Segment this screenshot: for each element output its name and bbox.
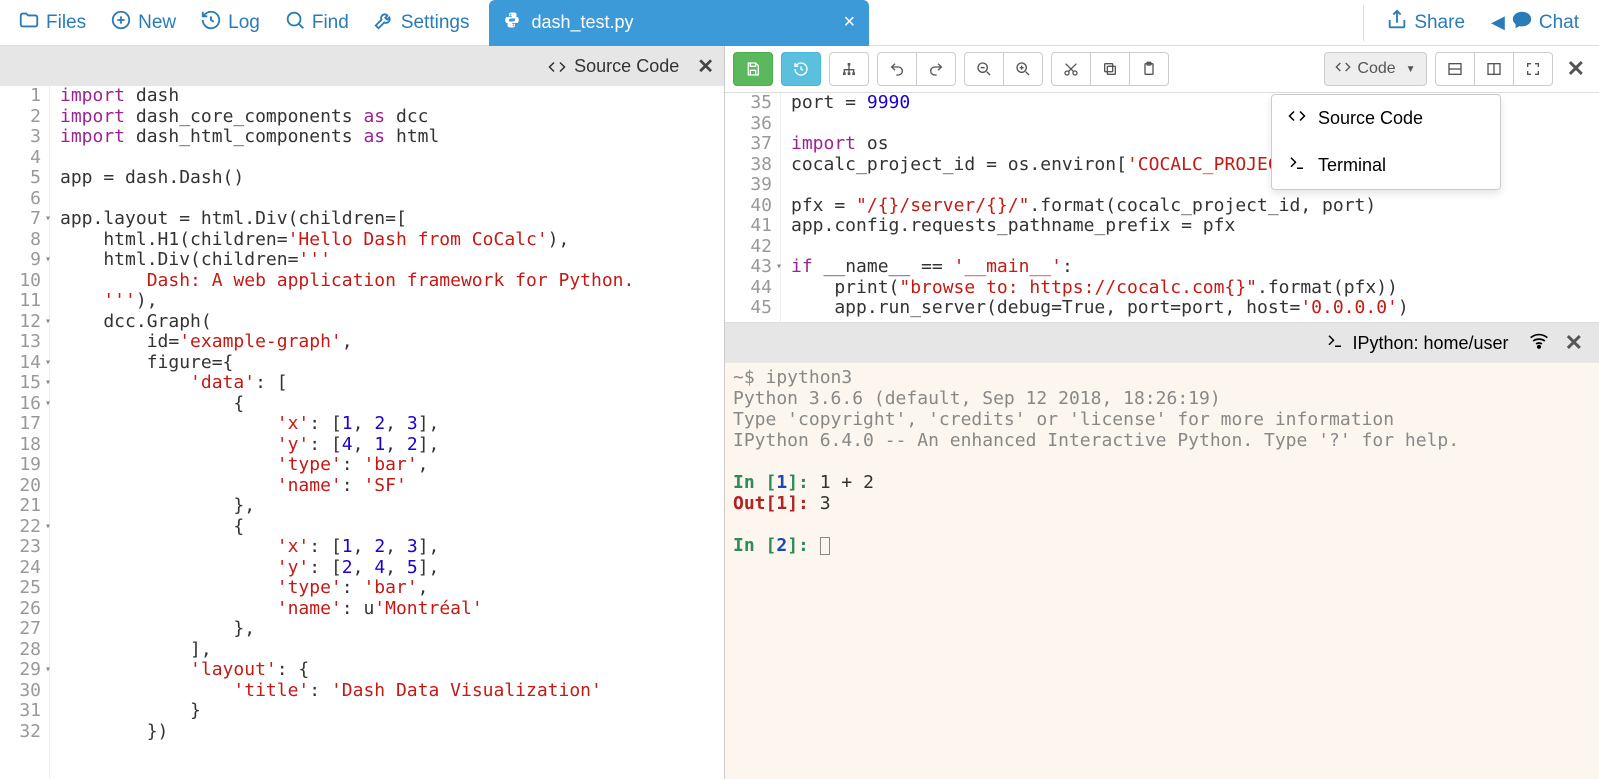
right-pane: Code ▼ ✕ Source Code Terminal 3536373839… (725, 46, 1599, 779)
top-toolbar: Files New Log Find Settings dash_test.py… (0, 0, 1599, 46)
terminal-header: IPython: home/user ✕ (725, 323, 1599, 363)
close-icon[interactable]: ✕ (697, 54, 714, 79)
split-v-button[interactable] (1474, 52, 1514, 86)
file-tab-label: dash_test.py (531, 12, 633, 33)
find-label: Find (312, 12, 349, 34)
terminal-icon (1326, 332, 1344, 355)
settings-label: Settings (401, 12, 470, 34)
dropdown-item-terminal[interactable]: Terminal (1272, 142, 1500, 189)
folder-icon (18, 9, 40, 37)
sitemap-button[interactable] (829, 52, 869, 86)
copy-button[interactable] (1090, 52, 1130, 86)
history-icon (200, 9, 222, 37)
log-button[interactable]: Log (190, 3, 270, 43)
share-button[interactable]: Share (1376, 3, 1475, 43)
divider (1363, 5, 1364, 41)
redo-button[interactable] (916, 52, 956, 86)
terminal-title-group: IPython: home/user (1326, 332, 1508, 355)
code-dropdown-button[interactable]: Code ▼ (1324, 52, 1426, 86)
files-button[interactable]: Files (8, 3, 96, 43)
dropdown-item-label: Source Code (1318, 108, 1423, 129)
dropdown-item-source-code[interactable]: Source Code (1272, 95, 1500, 142)
share-label: Share (1414, 12, 1465, 34)
chat-label: Chat (1539, 12, 1579, 34)
main-area: Source Code ✕ 12345678910111213141516171… (0, 46, 1599, 779)
new-label: New (138, 12, 176, 34)
clipboard-group (1051, 52, 1169, 86)
nav-group: Files New Log Find Settings (0, 3, 479, 43)
paste-button[interactable] (1129, 52, 1169, 86)
python-icon (503, 11, 521, 34)
split-h-button[interactable] (1435, 52, 1475, 86)
right-gutter: 3536373839404142434445 (725, 93, 781, 322)
code-icon (548, 56, 566, 77)
share-icon (1386, 9, 1408, 37)
wifi-icon[interactable] (1529, 331, 1549, 356)
code-dropdown-label: Code (1357, 60, 1395, 78)
wrench-icon (373, 9, 395, 37)
left-code-area[interactable]: import dashimport dash_core_components a… (50, 86, 724, 779)
plus-circle-icon (110, 9, 132, 37)
left-editor[interactable]: 1234567891011121314151617181920212223242… (0, 86, 724, 779)
caret-down-icon: ▼ (1406, 64, 1416, 75)
find-button[interactable]: Find (274, 3, 359, 43)
undo-button[interactable] (877, 52, 917, 86)
zoom-out-button[interactable] (964, 52, 1004, 86)
left-pane-header: Source Code ✕ (0, 46, 724, 86)
close-icon[interactable]: ✕ (1561, 56, 1591, 82)
close-icon[interactable]: × (844, 11, 856, 34)
code-dropdown-menu: Source Code Terminal (1271, 94, 1501, 190)
search-icon (284, 9, 306, 37)
log-label: Log (228, 12, 260, 34)
settings-button[interactable]: Settings (363, 3, 480, 43)
code-icon (1335, 59, 1351, 80)
save-button[interactable] (733, 52, 773, 86)
close-icon[interactable]: ✕ (1559, 330, 1589, 356)
cut-button[interactable] (1051, 52, 1091, 86)
left-gutter: 1234567891011121314151617181920212223242… (0, 86, 50, 779)
topbar-right: Share ◀ Chat (1357, 3, 1599, 43)
right-toolbar: Code ▼ ✕ (725, 46, 1599, 93)
caret-left-icon: ◀ (1491, 12, 1505, 33)
split-group (1435, 52, 1553, 86)
new-button[interactable]: New (100, 3, 186, 43)
code-icon (1288, 107, 1306, 130)
dropdown-item-label: Terminal (1318, 155, 1386, 176)
chat-icon (1511, 9, 1533, 37)
left-header-title: Source Code (574, 56, 679, 77)
left-pane: Source Code ✕ 12345678910111213141516171… (0, 46, 725, 779)
terminal-icon (1288, 154, 1306, 177)
zoom-group (964, 52, 1043, 86)
file-tab[interactable]: dash_test.py × (489, 0, 869, 46)
terminal-output[interactable]: ~$ ipython3 Python 3.6.6 (default, Sep 1… (725, 363, 1599, 779)
undo-redo-group (877, 52, 956, 86)
terminal-title: IPython: home/user (1352, 333, 1508, 354)
chat-button[interactable]: ◀ Chat (1481, 3, 1589, 43)
time-travel-button[interactable] (781, 52, 821, 86)
zoom-in-button[interactable] (1003, 52, 1043, 86)
files-label: Files (46, 12, 86, 34)
fullscreen-button[interactable] (1513, 52, 1553, 86)
